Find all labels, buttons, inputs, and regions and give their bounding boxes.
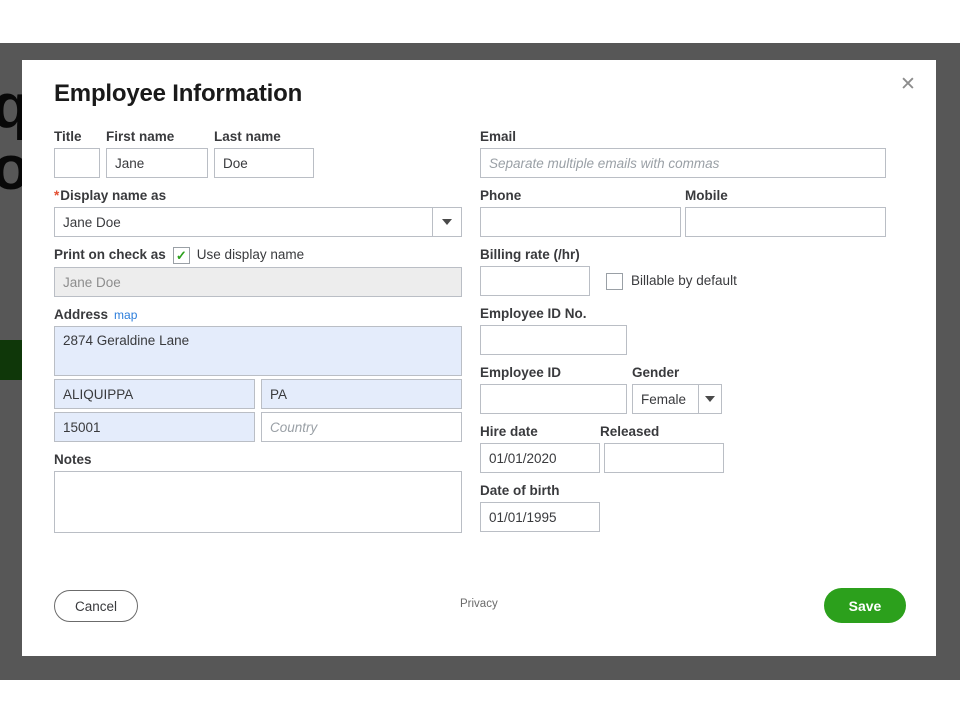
employee-id-no-input[interactable]	[480, 325, 627, 355]
display-name-label: *Display name as	[54, 187, 462, 205]
right-column: Email Separate multiple emails with comm…	[480, 128, 906, 532]
zip-code-input[interactable]: 15001	[54, 412, 255, 442]
hire-date-label: Hire date	[480, 423, 600, 441]
date-of-birth-input[interactable]: 01/01/1995	[480, 502, 600, 532]
phone-input[interactable]	[480, 207, 681, 237]
use-display-name-label: Use display name	[197, 246, 304, 264]
employee-id-label: Employee ID	[480, 364, 632, 382]
title-input[interactable]	[54, 148, 100, 178]
close-icon[interactable]: ✕	[894, 70, 922, 98]
employee-id-input[interactable]	[480, 384, 627, 414]
first-name-input[interactable]: Jane	[106, 148, 208, 178]
employee-id-gender-labels-row: Employee ID Gender	[480, 364, 906, 382]
required-asterisk: *	[54, 188, 59, 203]
title-label: Title	[54, 128, 106, 146]
gender-dropdown[interactable]: Female	[632, 384, 722, 414]
hire-date-input[interactable]: 01/01/2020	[480, 443, 600, 473]
notes-textarea[interactable]	[54, 471, 462, 533]
chevron-down-icon[interactable]	[432, 207, 462, 237]
cancel-button[interactable]: Cancel	[54, 590, 138, 622]
billable-by-default-checkbox[interactable]	[606, 273, 623, 290]
email-label: Email	[480, 128, 906, 146]
last-name-input[interactable]: Doe	[214, 148, 314, 178]
employee-id-no-label: Employee ID No.	[480, 305, 906, 323]
chevron-down-icon[interactable]	[698, 384, 722, 414]
left-column: Title First name Last name Jane Doe *Dis…	[54, 128, 462, 533]
address-label: Address map	[54, 306, 462, 324]
released-date-input[interactable]	[604, 443, 724, 473]
notes-label: Notes	[54, 451, 462, 469]
gender-value[interactable]: Female	[632, 384, 698, 414]
gender-label: Gender	[632, 364, 679, 382]
modal-footer: Cancel Privacy Save	[22, 576, 936, 656]
mobile-input[interactable]	[685, 207, 886, 237]
last-name-label: Last name	[214, 128, 281, 146]
name-fields-row: Jane Doe	[54, 148, 462, 178]
phone-mobile-fields-row	[480, 207, 906, 237]
country-input[interactable]: Country	[261, 412, 462, 442]
print-on-check-row: Print on check as ✓ Use display name	[54, 246, 462, 264]
zip-country-row: 15001 Country	[54, 412, 462, 442]
print-on-check-label: Print on check as	[54, 246, 166, 264]
mobile-label: Mobile	[685, 187, 728, 205]
phone-mobile-labels-row: Phone Mobile	[480, 187, 906, 205]
hire-released-labels-row: Hire date Released	[480, 423, 906, 441]
city-input[interactable]: ALIQUIPPA	[54, 379, 255, 409]
billing-rate-row: Billable by default	[480, 266, 906, 296]
employee-id-gender-fields-row: Female	[480, 384, 906, 414]
address-map-link[interactable]: map	[114, 308, 137, 322]
name-labels-row: Title First name Last name	[54, 128, 462, 146]
city-state-row: ALIQUIPPA PA	[54, 379, 462, 409]
employee-information-modal: ✕ Employee Information Title First name …	[22, 60, 936, 656]
save-button[interactable]: Save	[824, 588, 906, 623]
billing-rate-input[interactable]	[480, 266, 590, 296]
state-input[interactable]: PA	[261, 379, 462, 409]
display-name-input[interactable]: Jane Doe	[54, 207, 432, 237]
page-title: Employee Information	[54, 80, 302, 108]
email-input[interactable]: Separate multiple emails with commas	[480, 148, 886, 178]
released-label: Released	[600, 423, 659, 441]
phone-label: Phone	[480, 187, 685, 205]
street-address-input[interactable]: 2874 Geraldine Lane	[54, 326, 462, 376]
display-name-label-text: Display name as	[60, 188, 166, 203]
privacy-link[interactable]: Privacy	[460, 598, 498, 610]
check-icon: ✓	[176, 249, 187, 262]
first-name-label: First name	[106, 128, 214, 146]
date-of-birth-label: Date of birth	[480, 482, 906, 500]
display-name-dropdown[interactable]: Jane Doe	[54, 207, 462, 237]
use-display-name-checkbox[interactable]: ✓	[173, 247, 190, 264]
billable-by-default-label: Billable by default	[631, 272, 737, 290]
address-label-text: Address	[54, 307, 108, 322]
print-on-check-input[interactable]: Jane Doe	[54, 267, 462, 297]
billing-rate-label: Billing rate (/hr)	[480, 246, 906, 264]
hire-released-fields-row: 01/01/2020	[480, 443, 906, 473]
